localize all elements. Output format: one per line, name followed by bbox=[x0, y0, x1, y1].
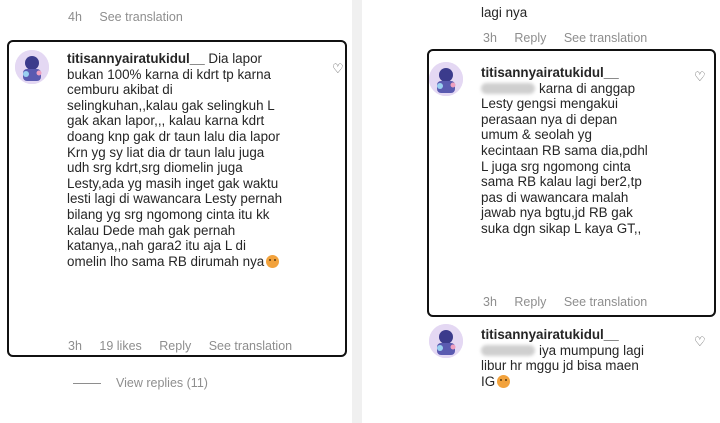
left-screenshot-panel: 4h See translation titisannyairatukidul_… bbox=[0, 0, 352, 423]
heart-outline-icon[interactable]: ♡ bbox=[694, 70, 706, 83]
heart-outline-icon[interactable]: ♡ bbox=[694, 335, 706, 348]
smiling-face-emoji-icon bbox=[497, 374, 511, 388]
comment-meta: 3h Reply See translation bbox=[483, 295, 647, 309]
comment-body: titisannyairatukidul__ Dia lapor bukan 1… bbox=[67, 51, 337, 269]
see-translation-link[interactable]: See translation bbox=[564, 31, 647, 45]
heart-outline-icon[interactable]: ♡ bbox=[332, 62, 344, 75]
view-replies-button[interactable]: View replies (11) bbox=[116, 376, 208, 390]
comment-body: titisannyairatukidul__ iya mumpung lagi … bbox=[481, 327, 701, 389]
right-screenshot-panel: lagi nya 3h Reply See translation titisa… bbox=[362, 0, 720, 423]
mention-blurred bbox=[481, 82, 535, 94]
top-meta: 3h Reply See translation bbox=[483, 31, 647, 45]
comment-text: Lesty gengsi mengakui perasaan nya di de… bbox=[481, 96, 648, 236]
comment-username[interactable]: titisannyairatukidul__ bbox=[481, 327, 619, 342]
see-translation-link[interactable]: See translation bbox=[209, 339, 292, 353]
panel-divider bbox=[352, 0, 362, 423]
top-time: 3h bbox=[483, 31, 497, 45]
smiling-face-emoji-icon bbox=[266, 254, 280, 268]
top-meta: 4h See translation bbox=[68, 10, 183, 24]
comment-time: 3h bbox=[68, 339, 82, 353]
comment-body: titisannyairatukidul__ karna di anggap L… bbox=[481, 65, 701, 237]
replies-divider bbox=[73, 383, 101, 384]
see-translation-link[interactable]: See translation bbox=[99, 10, 182, 24]
comment-username[interactable]: titisannyairatukidul__ bbox=[67, 51, 205, 66]
likes-count[interactable]: 19 likes bbox=[99, 339, 141, 353]
comment-time: 3h bbox=[483, 295, 497, 309]
top-time: 4h bbox=[68, 10, 82, 24]
comment-username[interactable]: titisannyairatukidul__ bbox=[481, 65, 619, 80]
previous-comment-tail: lagi nya bbox=[481, 5, 528, 20]
avatar[interactable] bbox=[15, 50, 49, 84]
avatar[interactable] bbox=[429, 62, 463, 96]
see-translation-link[interactable]: See translation bbox=[564, 295, 647, 309]
reply-button[interactable]: Reply bbox=[514, 31, 546, 45]
avatar[interactable] bbox=[429, 324, 463, 358]
comment-text-first: iya mumpung lagi bbox=[539, 342, 644, 358]
comment-text-first: karna di anggap bbox=[539, 80, 636, 96]
mention-blurred bbox=[481, 344, 535, 356]
reply-button[interactable]: Reply bbox=[514, 295, 546, 309]
reply-button[interactable]: Reply bbox=[159, 339, 191, 353]
view-replies-label: View replies (11) bbox=[116, 376, 208, 390]
comment-text: Dia lapor bukan 100% karna di kdrt tp ka… bbox=[67, 51, 283, 269]
comment-meta: 3h 19 likes Reply See translation bbox=[68, 339, 292, 353]
